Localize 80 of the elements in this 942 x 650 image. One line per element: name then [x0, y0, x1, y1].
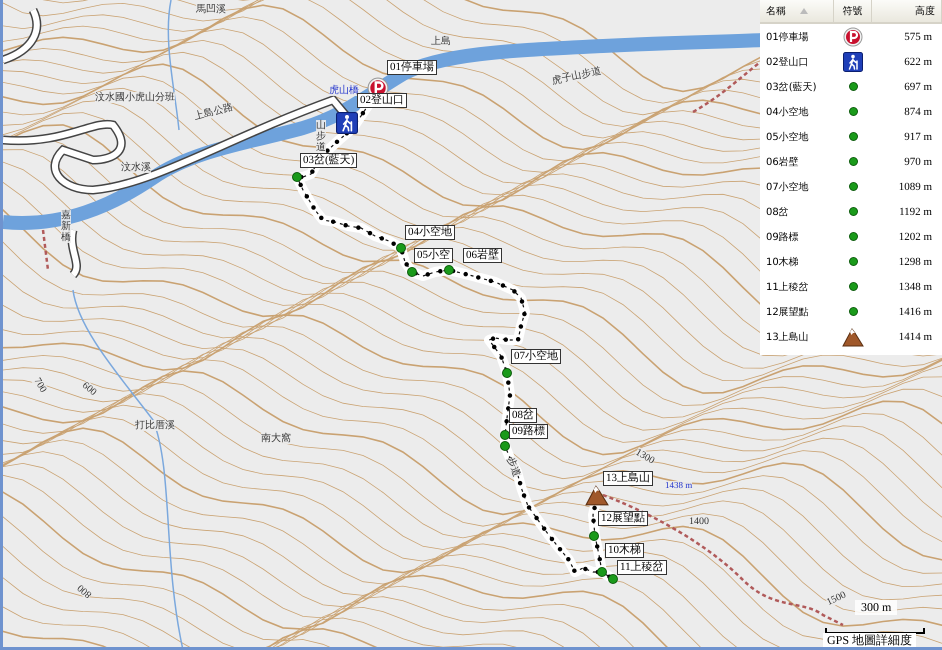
- waypoint-label: 13上島山: [603, 471, 653, 486]
- dashed-trail-line: [42, 230, 50, 270]
- waypoint-name[interactable]: 02登山口: [760, 54, 834, 68]
- map-place-label: 嘉新橋: [61, 210, 71, 243]
- waypoint-name[interactable]: 11上稜岔: [760, 280, 834, 294]
- waypoint-elevation: 970 m: [903, 156, 933, 168]
- hiker-icon: [336, 112, 358, 134]
- column-header[interactable]: 符號: [834, 0, 872, 22]
- waypoint-elevation: 1202 m: [898, 230, 933, 242]
- waypoint-dot-icon: [848, 257, 858, 266]
- map-place-label: 虎子山步道: [551, 66, 602, 87]
- map-place-label: 打比厝溪: [135, 420, 175, 431]
- waypoint-elevation: 1089 m: [898, 180, 933, 192]
- waypoint-name[interactable]: 05小空地: [760, 130, 834, 144]
- waypoint-elevation: 917 m: [903, 130, 933, 142]
- map-place-label: 馬凹溪: [196, 4, 226, 15]
- waypoint-name[interactable]: 03岔(藍天): [760, 80, 834, 94]
- column-header[interactable]: 高度: [872, 0, 942, 22]
- waypoint-name[interactable]: 08岔: [760, 204, 834, 218]
- waypoint-dot-icon: [848, 82, 858, 91]
- map-place-label: 上島: [431, 36, 451, 47]
- waypoint-name[interactable]: 13上島山: [760, 330, 834, 344]
- waypoint-label: 01停車場: [387, 60, 437, 75]
- waypoint-label: 03岔(藍天): [300, 153, 358, 168]
- hiker-icon: [843, 52, 863, 72]
- waypoint-label: 08岔: [509, 408, 537, 423]
- waypoint-dot-icon: [396, 243, 406, 253]
- waypoint-name[interactable]: 07小空地: [760, 180, 834, 194]
- waypoint-name[interactable]: 10木梯: [760, 254, 834, 268]
- waypoint-label: 06岩壁: [463, 248, 502, 263]
- waypoint-label: 02登山口: [357, 93, 407, 108]
- map-place-label: 700: [31, 376, 48, 394]
- waypoint-dot-icon: [407, 267, 417, 277]
- waypoint-elevation: 575 m: [903, 30, 933, 42]
- waypoint-label: 09路標: [509, 424, 548, 439]
- waypoint-elevation: 1192 m: [898, 206, 933, 218]
- map-place-label: 汶水國小虎山分班: [95, 92, 175, 103]
- map-place-label: 1438 m: [665, 481, 692, 491]
- map-place-label: 汶水溪: [121, 162, 151, 173]
- map-place-label: 1400: [689, 516, 709, 527]
- waypoint-dot-icon: [608, 574, 618, 584]
- waypoint-elevation: 1348 m: [898, 280, 933, 292]
- waypoint-name[interactable]: 01停車場: [760, 30, 834, 44]
- sort-ascending-icon: [800, 8, 808, 14]
- waypoint-dot-icon: [848, 307, 858, 316]
- waypoint-dot-icon: [848, 232, 858, 241]
- waypoint-dot-icon: [292, 172, 302, 182]
- map-place-label: 虎山橋: [329, 85, 359, 96]
- waypoint-label: 07小空地: [511, 349, 561, 364]
- waypoint-name[interactable]: 04小空地: [760, 104, 834, 118]
- waypoint-label: 10木梯: [605, 543, 644, 558]
- waypoint-elevation: 697 m: [903, 80, 933, 92]
- waypoint-elevation: 874 m: [903, 106, 933, 118]
- map-place-label: 山步道: [316, 120, 326, 153]
- mountain-icon: [842, 326, 864, 346]
- waypoint-dot-icon: [848, 107, 858, 116]
- waypoint-dot-icon: [848, 157, 858, 166]
- waypoint-elevation: 1414 m: [898, 330, 933, 342]
- waypoint-dot-icon: [848, 132, 858, 141]
- waypoint-label: 04小空地: [405, 225, 455, 240]
- waypoint-label: 12展望點: [598, 511, 648, 526]
- map-place-label: 1500: [825, 590, 848, 608]
- map-detail-caption: GPS 地圖詳細度: [823, 633, 916, 647]
- waypoint-dot-icon: [848, 182, 858, 191]
- waypoint-name[interactable]: 06岩壁: [760, 154, 834, 168]
- waypoint-dot-icon: [848, 207, 858, 216]
- waypoint-elevation: 1298 m: [898, 256, 933, 268]
- mountain-icon: [585, 484, 609, 506]
- map-place-label: 南大窩: [261, 433, 291, 444]
- column-header[interactable]: 名稱: [760, 0, 834, 22]
- parking-icon: [843, 26, 863, 46]
- scale-distance: 300 m: [855, 600, 898, 615]
- waypoint-elevation: 1416 m: [898, 306, 933, 318]
- waypoint-label: 05小空: [414, 248, 453, 263]
- waypoint-name[interactable]: 09路標: [760, 230, 834, 244]
- waypoint-dot-icon: [848, 282, 858, 291]
- map-place-label: 上島公路: [193, 102, 234, 123]
- waypoint-name[interactable]: 12展望點: [760, 304, 834, 318]
- waypoint-elevation: 622 m: [903, 56, 933, 68]
- waypoint-label: 11上稜岔: [617, 560, 667, 575]
